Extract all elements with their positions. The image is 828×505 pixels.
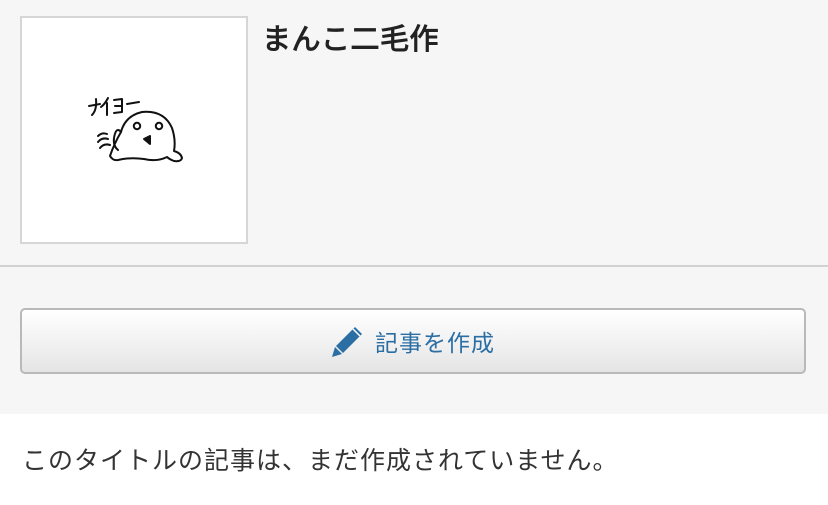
- ghost-doodle-icon: [88, 97, 183, 163]
- no-article-message: このタイトルの記事は、まだ作成されていません。: [22, 446, 619, 475]
- page-header: まんこ二毛作: [0, 0, 828, 266]
- action-area: 記事を作成: [0, 267, 828, 414]
- create-article-button[interactable]: 記事を作成: [20, 308, 806, 374]
- page-thumbnail: [20, 16, 248, 244]
- create-article-label: 記事を作成: [375, 331, 495, 357]
- empty-message-area: このタイトルの記事は、まだ作成されていません。: [0, 414, 828, 505]
- pencil-icon: [332, 327, 362, 357]
- page-title: まんこ二毛作: [262, 22, 440, 56]
